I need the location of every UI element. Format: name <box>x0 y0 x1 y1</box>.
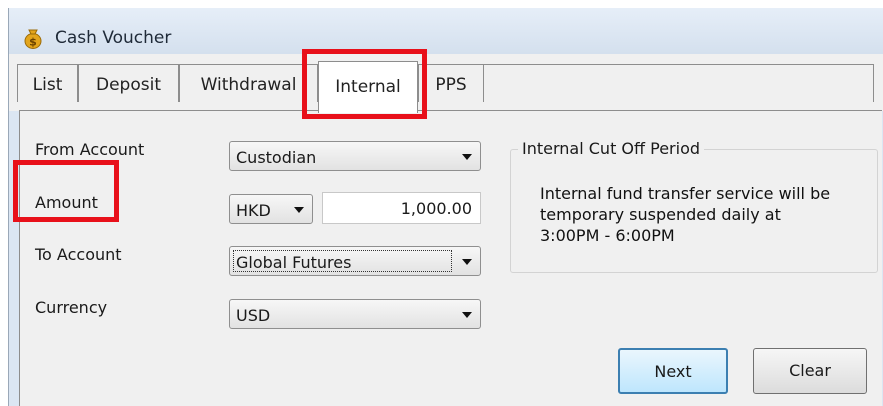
notice-line: Internal fund transfer service will be <box>540 184 831 203</box>
tab-strip: List Deposit Withdrawal Internal PPS <box>9 54 883 113</box>
currency-value: USD <box>236 306 271 325</box>
next-button[interactable]: Next <box>618 348 728 394</box>
chevron-down-icon <box>462 259 472 265</box>
focus-ring <box>233 250 452 272</box>
chevron-down-icon <box>294 207 304 213</box>
currency-select[interactable]: USD <box>229 299 481 329</box>
from-account-label: From Account <box>35 140 145 159</box>
money-bag-icon: $ <box>24 29 42 49</box>
to-account-label: To Account <box>35 245 122 264</box>
cash-voucher-window: $ Cash Voucher List Deposit Withdrawal I… <box>8 8 883 406</box>
cut-off-notice: Internal fund transfer service will be t… <box>540 183 860 246</box>
amount-currency-select[interactable]: HKD <box>229 194 313 224</box>
tab-deposit[interactable]: Deposit <box>78 64 179 102</box>
from-account-select[interactable]: Custodian <box>229 141 481 171</box>
currency-label: Currency <box>35 298 108 317</box>
from-account-value: Custodian <box>236 148 317 167</box>
tab-pps[interactable]: PPS <box>418 64 484 102</box>
tab-strip-edge <box>484 64 874 102</box>
notice-line: temporary suspended daily at <box>540 205 781 224</box>
chevron-down-icon <box>462 154 472 160</box>
cut-off-title: Internal Cut Off Period <box>518 139 705 158</box>
title-bar: $ Cash Voucher <box>9 8 883 54</box>
amount-currency-value: HKD <box>236 201 271 220</box>
amount-label: Amount <box>35 193 98 212</box>
tab-withdrawal[interactable]: Withdrawal <box>179 64 318 102</box>
window-title: Cash Voucher <box>55 28 172 48</box>
chevron-down-icon <box>462 312 472 318</box>
amount-input[interactable]: 1,000.00 <box>322 192 481 224</box>
internal-transfer-panel: From Account Custodian Amount HKD 1,000.… <box>19 110 882 406</box>
tab-internal[interactable]: Internal <box>318 61 418 113</box>
clear-button[interactable]: Clear <box>753 348 867 394</box>
svg-text:$: $ <box>29 36 37 49</box>
tab-list[interactable]: List <box>17 64 78 102</box>
to-account-select[interactable]: Global Futures <box>229 246 481 276</box>
notice-line: 3:00PM - 6:00PM <box>540 226 675 245</box>
